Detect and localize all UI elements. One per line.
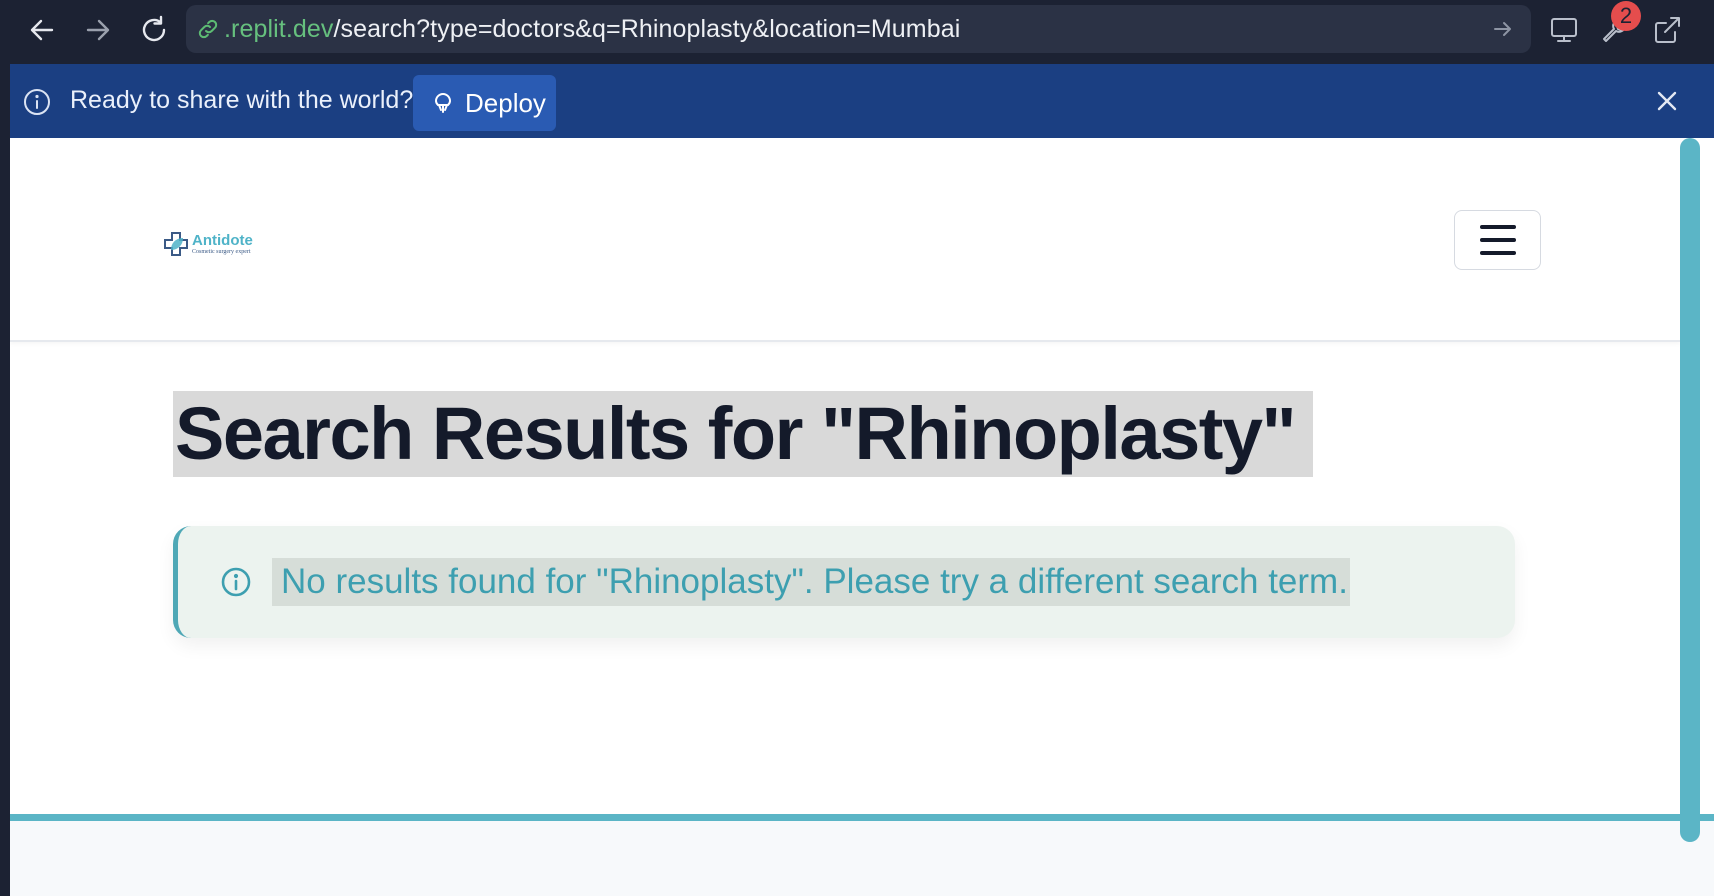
forward-button[interactable] bbox=[78, 10, 118, 50]
back-button[interactable] bbox=[22, 10, 62, 50]
arrow-right-icon bbox=[86, 19, 110, 41]
window-edge bbox=[0, 64, 10, 896]
site-logo[interactable]: Antidote Cosmetic surgery expert bbox=[162, 226, 272, 262]
footer-divider bbox=[10, 814, 1714, 821]
page-viewport: Antidote Cosmetic surgery expert Search … bbox=[10, 138, 1714, 896]
notification-badge: 2 bbox=[1611, 1, 1641, 31]
info-icon bbox=[220, 566, 252, 598]
reload-icon bbox=[142, 15, 166, 42]
menu-toggle-button[interactable] bbox=[1454, 210, 1541, 270]
site-footer bbox=[10, 821, 1714, 896]
deploy-icon bbox=[431, 91, 455, 115]
logo-tagline: Cosmetic surgery expert bbox=[192, 249, 251, 255]
link-icon bbox=[194, 15, 222, 43]
page-title: Search Results for "Rhinoplasty" bbox=[173, 391, 1314, 477]
logo-cross-icon bbox=[162, 230, 190, 258]
banner-text: Ready to share with the world? bbox=[70, 86, 414, 114]
hamburger-icon bbox=[1479, 251, 1516, 255]
logo-name: Antidote bbox=[192, 232, 253, 249]
no-results-alert: No results found for "Rhinoplasty". Plea… bbox=[173, 526, 1515, 638]
external-link-icon[interactable] bbox=[1649, 12, 1685, 48]
go-arrow-icon[interactable] bbox=[1489, 15, 1517, 43]
deploy-banner: Ready to share with the world? Deploy bbox=[10, 64, 1714, 138]
deploy-button[interactable]: Deploy bbox=[413, 75, 556, 131]
close-icon bbox=[1657, 91, 1677, 111]
site-header: Antidote Cosmetic surgery expert bbox=[10, 138, 1680, 342]
info-icon bbox=[22, 87, 52, 117]
hamburger-icon bbox=[1479, 225, 1516, 229]
hamburger-icon bbox=[1479, 238, 1516, 242]
url-domain: .replit.dev bbox=[224, 14, 334, 43]
page-scrollbar[interactable] bbox=[1680, 138, 1700, 842]
logo-text: Antidote Cosmetic surgery expert bbox=[192, 233, 253, 255]
url-path: /search?type=doctors&q=Rhinoplasty&locat… bbox=[333, 14, 961, 43]
deploy-label: Deploy bbox=[465, 87, 546, 118]
no-results-message: No results found for "Rhinoplasty". Plea… bbox=[272, 558, 1350, 606]
reload-button[interactable] bbox=[134, 10, 174, 50]
arrow-left-icon bbox=[30, 19, 54, 41]
browser-toolbar: .replit.dev/search?type=doctors&q=Rhinop… bbox=[0, 0, 1714, 64]
close-banner-button[interactable] bbox=[1650, 84, 1684, 118]
address-bar[interactable]: .replit.dev/search?type=doctors&q=Rhinop… bbox=[186, 5, 1531, 53]
url-text: .replit.dev/search?type=doctors&q=Rhinop… bbox=[224, 15, 960, 44]
monitor-icon[interactable] bbox=[1546, 12, 1582, 48]
